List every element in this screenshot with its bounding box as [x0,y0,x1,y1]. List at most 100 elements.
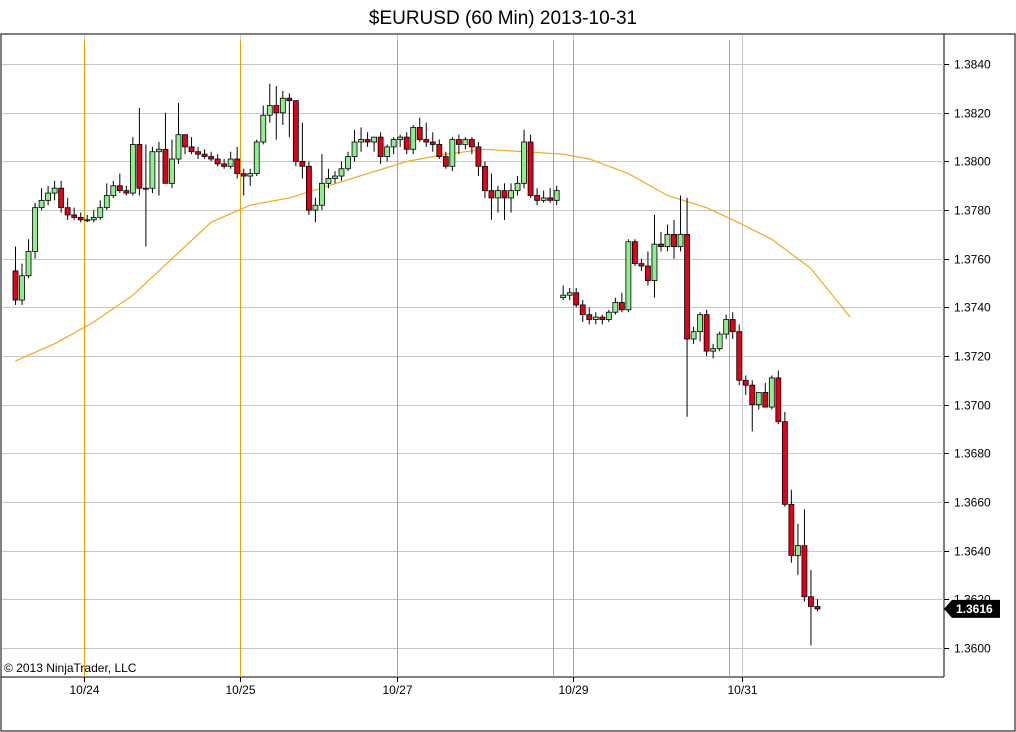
candle-down [286,93,293,138]
candle-down [58,180,65,213]
candle-body [279,97,286,114]
candle-body [149,151,156,189]
candle-down [77,212,84,223]
x-tick-label: 10/27 [382,683,412,697]
candle-down [292,100,299,167]
candle-up [605,309,612,322]
candle-up [38,188,45,211]
candle-down [201,149,208,160]
candle-body [553,190,560,201]
candle-body [384,146,391,157]
candle-up [338,161,345,181]
candle-down [638,258,645,271]
candle-body [442,156,449,167]
candle-down [579,300,586,322]
candle-up [664,224,671,252]
candle-body [38,199,45,209]
candle-body [436,144,443,157]
candle-body [416,127,423,140]
x-tick-label: 10/31 [727,683,757,697]
candle-body [775,377,782,423]
candle-down [534,188,540,206]
candle-down [762,382,769,408]
eurusd-candlestick-chart: $EURUSD (60 Min) 2013-10-31 1.36001.3620… [0,8,1016,732]
candle-body [508,190,514,199]
candle-down [671,219,677,259]
candle-body [488,190,495,199]
y-tick-label: 1.3780 [954,204,991,218]
candle-body [579,304,586,316]
y-tick-label: 1.3740 [954,301,991,315]
candle-body [423,139,430,143]
candle-body [475,146,482,167]
candle-body [664,234,671,247]
candle-body [253,141,260,175]
candle-up [768,375,775,410]
candle-up [592,312,599,325]
candle-down [299,122,306,179]
candle-body [123,190,130,194]
candle-down [273,86,280,140]
candle-body [188,146,195,153]
candle-body [795,545,801,556]
candle-down [416,117,423,142]
candle-body [534,195,540,201]
candle-down [240,168,247,196]
candle-up [319,154,325,211]
candle-up [51,180,58,201]
candle-down [214,154,221,167]
candle-body [586,314,593,320]
candle-down [423,122,430,147]
candle-up [651,214,658,298]
candle-up [540,190,547,203]
candle-body [573,292,580,306]
candle-up [390,137,397,155]
candle-body [364,139,371,143]
candle-up [521,129,527,189]
candle-body [45,192,51,201]
candle-body [625,241,632,311]
candle-body [116,185,123,192]
candle-body [403,136,410,150]
candle-up [32,202,38,259]
candle-down [208,151,215,162]
candle-body [514,182,521,192]
candle-body [612,302,619,313]
candle-down [599,314,606,325]
last-price-label: 1.3616 [956,602,993,616]
candle-up [110,180,117,198]
candle-body [377,136,384,157]
candle-down [788,489,795,563]
candle-body [136,144,143,189]
candle-body [690,331,697,340]
candle-up [566,287,573,301]
candle-body [71,214,78,218]
candle-down [729,312,736,339]
candle-body [762,392,769,408]
candle-body [332,175,338,179]
candle-body [305,165,312,211]
candle-up [279,90,286,125]
candle-body [97,207,104,218]
candle-up [755,392,762,410]
candle-body [90,216,97,221]
candle-body [286,97,293,102]
candle-up [690,326,697,344]
candle-body [156,148,162,153]
candle-body [234,158,241,175]
candle-body [182,134,188,148]
candle-body [651,243,658,282]
candle-up [45,185,51,206]
candle-body [32,207,38,252]
candle-body [814,606,821,610]
candle-up [449,137,456,172]
candle-body [84,219,91,222]
candle-up [266,83,273,123]
candle-down [188,137,195,155]
candle-body [462,139,469,145]
candle-body [338,168,345,177]
candle-body [351,141,358,157]
candle-up [156,142,162,196]
candle-down [527,134,534,198]
plot-frame [0,33,1016,732]
